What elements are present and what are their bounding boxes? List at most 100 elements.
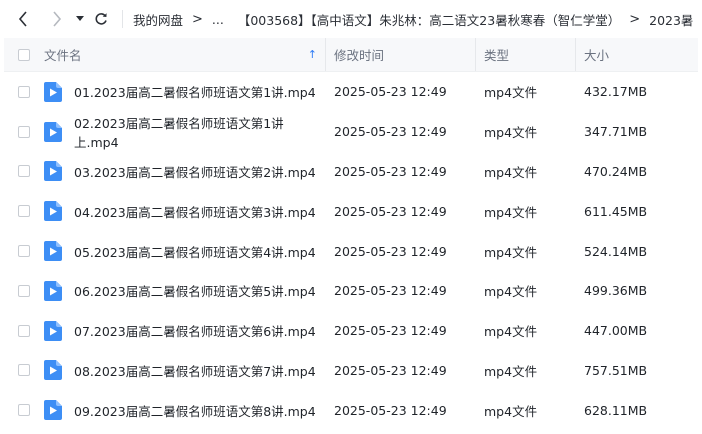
file-name-cell[interactable]: 06.2023届高二暑假名师班语文第5讲.mp4: [44, 280, 326, 301]
file-name-cell[interactable]: 07.2023届高二暑假名师班语文第6讲.mp4: [44, 320, 326, 341]
file-type: mp4文件: [484, 164, 538, 180]
file-size: 432.17MB: [584, 84, 648, 100]
modified-time: 2025-05-23 12:49: [334, 402, 447, 418]
file-name: 08.2023届高二暑假名师班语文第7讲.mp4: [74, 363, 316, 379]
history-dropdown-button[interactable]: [72, 6, 88, 32]
back-button[interactable]: [10, 6, 36, 32]
file-name: 03.2023届高二暑假名师班语文第2讲.mp4: [74, 164, 316, 180]
file-name: 09.2023届高二暑假名师班语文第8讲.mp4: [74, 403, 316, 419]
modified-time: 2025-05-23 12:49: [334, 323, 447, 339]
modified-time: 2025-05-23 12:49: [334, 362, 447, 378]
file-name-cell[interactable]: 03.2023届高二暑假名师班语文第2讲.mp4: [44, 161, 326, 182]
column-header-modified[interactable]: 修改时间: [326, 38, 476, 71]
file-size: 499.36MB: [584, 283, 648, 299]
modified-time: 2025-05-23 12:49: [334, 84, 447, 100]
table-row[interactable]: 04.2023届高二暑假名师班语文第3讲.mp4 2025-05-23 12:49…: [4, 191, 698, 231]
breadcrumb-current-folder[interactable]: 2023暑: [649, 10, 693, 29]
breadcrumb-ellipsis[interactable]: ...: [212, 12, 224, 27]
table-row[interactable]: 02.2023届高二暑假名师班语文第1讲上.mp4 2025-05-23 12:4…: [4, 112, 698, 152]
chevron-right-icon: [53, 11, 62, 27]
video-file-icon: [44, 201, 62, 222]
file-size: 524.14MB: [584, 243, 648, 259]
column-header-name[interactable]: 文件名 ↑: [44, 38, 326, 71]
row-checkbox[interactable]: [18, 284, 30, 297]
row-checkbox[interactable]: [18, 205, 30, 218]
caret-down-icon: [76, 16, 84, 21]
file-name: 06.2023届高二暑假名师班语文第5讲.mp4: [74, 284, 316, 300]
file-type: mp4文件: [484, 403, 538, 419]
file-name-cell[interactable]: 04.2023届高二暑假名师班语文第3讲.mp4: [44, 201, 326, 222]
row-checkbox[interactable]: [18, 364, 30, 377]
file-name: 04.2023届高二暑假名师班语文第3讲.mp4: [74, 204, 316, 220]
file-type: mp4文件: [484, 85, 538, 101]
video-file-icon: [44, 121, 62, 142]
column-header-modified-label: 修改时间: [334, 48, 385, 63]
column-header-size-label: 大小: [584, 48, 610, 63]
table-row[interactable]: 09.2023届高二暑假名师班语文第8讲.mp4 2025-05-23 12:49…: [4, 390, 698, 430]
modified-time: 2025-05-23 12:49: [334, 243, 447, 259]
refresh-icon: [95, 13, 107, 25]
file-type: mp4文件: [484, 244, 538, 260]
column-header-size[interactable]: 大小: [576, 38, 609, 71]
row-checkbox[interactable]: [18, 404, 30, 417]
table-row[interactable]: 07.2023届高二暑假名师班语文第6讲.mp4 2025-05-23 12:49…: [4, 311, 698, 351]
table-row[interactable]: 06.2023届高二暑假名师班语文第5讲.mp4 2025-05-23 12:49…: [4, 271, 698, 311]
file-name-cell[interactable]: 02.2023届高二暑假名师班语文第1讲上.mp4: [44, 113, 326, 151]
video-file-icon: [44, 360, 62, 381]
table-row[interactable]: 08.2023届高二暑假名师班语文第7讲.mp4 2025-05-23 12:49…: [4, 351, 698, 391]
row-checkbox[interactable]: [18, 245, 30, 258]
sort-ascending-icon: ↑: [307, 48, 317, 61]
file-name: 05.2023届高二暑假名师班语文第4讲.mp4: [74, 244, 316, 260]
file-size: 347.71MB: [584, 124, 648, 140]
file-size: 447.00MB: [584, 323, 648, 339]
file-type: mp4文件: [484, 204, 538, 220]
modified-time: 2025-05-23 12:49: [334, 283, 447, 299]
modified-time: 2025-05-23 12:49: [334, 163, 447, 179]
toolbar-divider: [122, 10, 123, 28]
table-row[interactable]: 05.2023届高二暑假名师班语文第4讲.mp4 2025-05-23 12:49…: [4, 231, 698, 271]
video-file-icon: [44, 400, 62, 421]
file-type: mp4文件: [484, 125, 538, 141]
row-checkbox[interactable]: [18, 324, 30, 337]
file-name-cell[interactable]: 05.2023届高二暑假名师班语文第4讲.mp4: [44, 241, 326, 262]
file-name-cell[interactable]: 08.2023届高二暑假名师班语文第7讲.mp4: [44, 360, 326, 381]
modified-time: 2025-05-23 12:49: [334, 124, 447, 140]
forward-button[interactable]: [44, 6, 70, 32]
table-row[interactable]: 01.2023届高二暑假名师班语文第1讲.mp4 2025-05-23 12:49…: [4, 72, 698, 112]
file-name: 01.2023届高二暑假名师班语文第1讲.mp4: [74, 85, 316, 101]
row-checkbox[interactable]: [18, 125, 30, 138]
row-checkbox[interactable]: [18, 85, 30, 98]
video-file-icon: [44, 241, 62, 262]
file-size: 611.45MB: [584, 203, 648, 219]
file-name-cell[interactable]: 01.2023届高二暑假名师班语文第1讲.mp4: [44, 81, 326, 102]
video-file-icon: [44, 161, 62, 182]
modified-time: 2025-05-23 12:49: [334, 203, 447, 219]
file-size: 628.11MB: [584, 402, 648, 418]
row-checkbox[interactable]: [18, 165, 30, 178]
file-name: 07.2023届高二暑假名师班语文第6讲.mp4: [74, 324, 316, 340]
table-row[interactable]: 03.2023届高二暑假名师班语文第2讲.mp4 2025-05-23 12:49…: [4, 152, 698, 192]
video-file-icon: [44, 280, 62, 301]
breadcrumb-separator: >: [192, 11, 203, 27]
file-type: mp4文件: [484, 363, 538, 379]
file-size: 757.51MB: [584, 362, 648, 378]
breadcrumb-course-folder[interactable]: 【003568】【高中语文】朱兆林：高二语文23暑秋寒春（智仁学堂）: [238, 10, 620, 29]
column-header-name-label: 文件名: [44, 48, 82, 63]
breadcrumb-separator: >: [629, 11, 641, 27]
video-file-icon: [44, 320, 62, 341]
file-type: mp4文件: [484, 284, 538, 300]
refresh-button[interactable]: [88, 6, 114, 32]
file-type: mp4文件: [484, 324, 538, 340]
column-header-type[interactable]: 类型: [476, 38, 576, 71]
file-list: 01.2023届高二暑假名师班语文第1讲.mp4 2025-05-23 12:49…: [0, 72, 702, 430]
breadcrumb-root[interactable]: 我的网盘: [133, 10, 183, 29]
select-all-checkbox[interactable]: [18, 48, 30, 61]
file-name: 02.2023届高二暑假名师班语文第1讲上.mp4: [74, 115, 284, 150]
video-file-icon: [44, 81, 62, 102]
column-header-type-label: 类型: [484, 48, 510, 63]
toolbar: 我的网盘 > ... 【003568】【高中语文】朱兆林：高二语文23暑秋寒春（…: [0, 0, 702, 38]
file-size: 470.24MB: [584, 163, 648, 179]
chevron-left-icon: [18, 11, 27, 27]
table-header: 文件名 ↑ 修改时间 类型 大小: [4, 38, 698, 72]
file-name-cell[interactable]: 09.2023届高二暑假名师班语文第8讲.mp4: [44, 400, 326, 421]
